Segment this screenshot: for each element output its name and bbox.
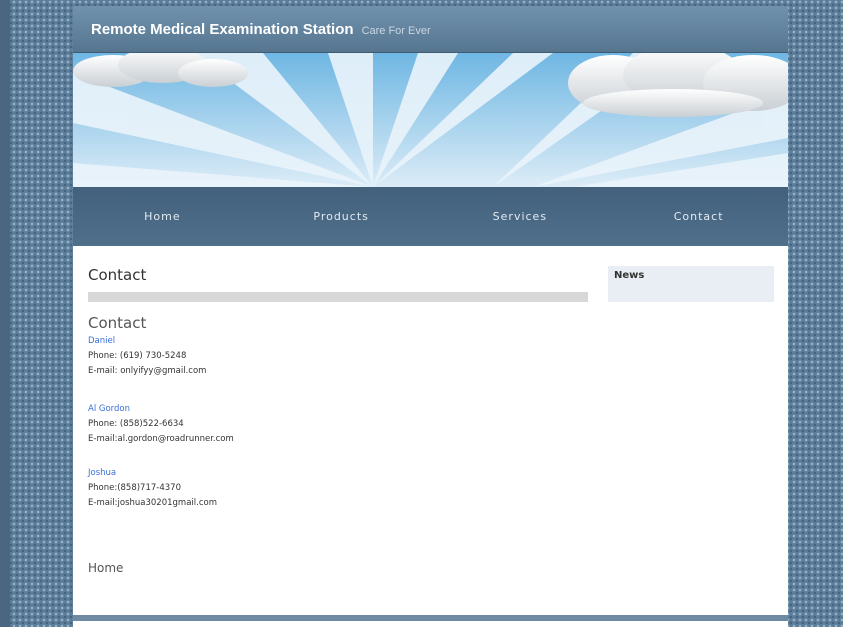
page-container: Remote Medical Examination Station Care … <box>73 6 788 627</box>
site-title[interactable]: Remote Medical Examination Station <box>91 21 354 38</box>
contact-email: E-mail:joshua30201gmail.com <box>88 498 217 508</box>
page-footer-bar <box>73 615 788 621</box>
footer-home-link[interactable]: Home <box>88 561 588 575</box>
contact-entry-daniel: Daniel Phone: (619) 730-5248 E-mail: onl… <box>88 334 588 379</box>
title-divider <box>88 292 588 302</box>
cloud-right <box>568 53 788 117</box>
news-sidebar: News <box>608 266 774 302</box>
page-title: Contact <box>88 266 147 284</box>
contact-name-link[interactable]: Al Gordon <box>88 402 588 417</box>
header-banner <box>73 53 788 187</box>
nav-home[interactable]: Home <box>73 210 252 223</box>
main-navigation: Home Products Services Contact <box>73 187 788 246</box>
contact-entry-al-gordon: Al Gordon Phone: (858)522-6634 E-mail:al… <box>88 402 588 447</box>
contact-phone: Phone:(858)717-4370 <box>88 483 181 493</box>
nav-contact[interactable]: Contact <box>609 210 788 223</box>
contact-name-link[interactable]: Daniel <box>88 334 588 349</box>
contact-heading: Contact <box>88 314 147 332</box>
main-column: Contact Contact Daniel Phone: (619) 730-… <box>88 266 588 575</box>
contact-email: E-mail:al.gordon@roadrunner.com <box>88 434 234 444</box>
news-heading: News <box>614 270 645 281</box>
nav-services[interactable]: Services <box>431 210 610 223</box>
contact-email: E-mail: onlyifyy@gmail.com <box>88 366 207 376</box>
nav-products[interactable]: Products <box>252 210 431 223</box>
contact-phone: Phone: (619) 730-5248 <box>88 351 187 361</box>
site-tagline: Care For Ever <box>361 25 431 37</box>
contact-entry-joshua: Joshua Phone:(858)717-4370 E-mail:joshua… <box>88 466 588 511</box>
sunburst-clouds-banner <box>73 53 788 187</box>
content-area: Contact Contact Daniel Phone: (619) 730-… <box>73 246 788 621</box>
contact-name-link[interactable]: Joshua <box>88 466 588 481</box>
contact-phone: Phone: (858)522-6634 <box>88 419 184 429</box>
site-header: Remote Medical Examination Station Care … <box>73 6 788 53</box>
left-edge <box>0 0 10 627</box>
